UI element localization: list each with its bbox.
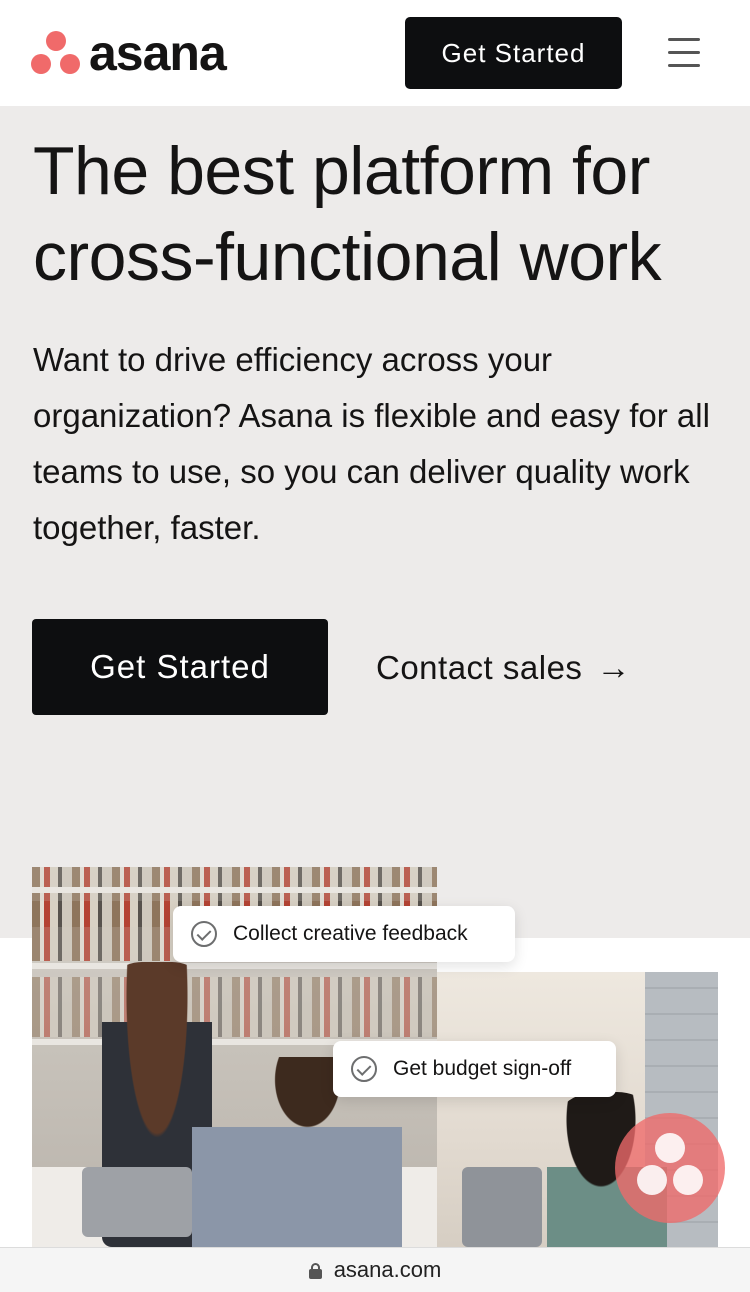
task-chip-label: Collect creative feedback [233,922,468,945]
browser-url-bar[interactable]: asana.com [0,1247,750,1292]
hero-subtitle: Want to drive efficiency across your org… [33,341,710,546]
lock-icon [308,1263,322,1279]
asana-chat-launcher-icon[interactable] [615,1113,725,1223]
hero-title: The best platform for cross-functional w… [33,128,723,300]
task-chip-creative-feedback: Collect creative feedback [173,906,515,962]
logo-wordmark: asana [89,25,227,81]
arrow-right-icon: → [596,648,631,687]
site-header: asana Get Started [0,0,750,106]
task-chip-budget-signoff: Get budget sign-off [333,1041,616,1097]
task-chip-label: Get budget sign-off [393,1057,572,1080]
check-circle-icon [351,1056,377,1082]
header-get-started-button[interactable]: Get Started [405,17,622,89]
hero-get-started-button[interactable]: Get Started [32,619,328,715]
contact-sales-link[interactable]: Contact sales → [376,640,631,696]
contact-sales-label: Contact sales [376,649,583,686]
url-text: asana.com [333,1257,442,1282]
hamburger-menu-icon[interactable] [668,38,700,68]
check-circle-icon [191,921,217,947]
asana-logo[interactable]: asana [31,25,227,81]
hero-title-line-1: The best platform for [33,133,650,209]
asana-logo-icon [31,29,81,77]
hero-title-line-2: cross-functional work [33,219,662,295]
